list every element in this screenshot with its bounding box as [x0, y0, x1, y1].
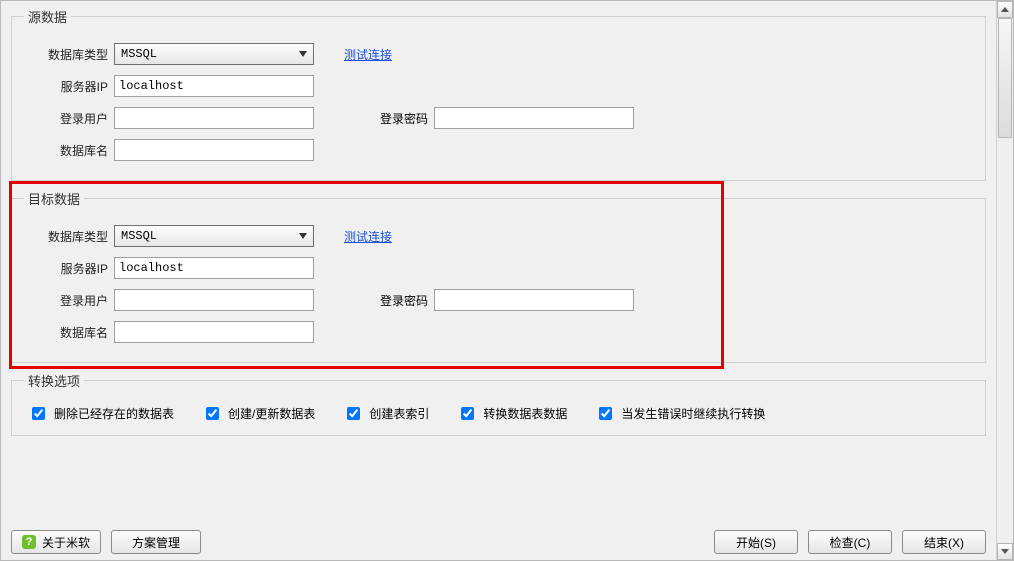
target-dbname-input[interactable]	[114, 321, 314, 343]
opt-create-update-label: 创建/更新数据表	[228, 405, 315, 422]
source-server-input[interactable]	[114, 75, 314, 97]
source-user-row: 登录用户 登录密码	[24, 106, 973, 130]
target-dbtype-row: 数据库类型 MSSQL 测试连接	[24, 224, 973, 248]
opt-create-index-checkbox[interactable]	[347, 407, 360, 420]
source-dbtype-label: 数据库类型	[24, 46, 114, 63]
source-dbtype-combo[interactable]: MSSQL	[114, 43, 314, 65]
source-dbname-row: 数据库名	[24, 138, 973, 162]
opt-transfer-data[interactable]: 转换数据表数据	[457, 404, 567, 423]
target-legend: 目标数据	[24, 189, 84, 208]
scroll-track[interactable]	[997, 18, 1013, 543]
chevron-down-icon	[299, 51, 307, 57]
opt-continue-on-error[interactable]: 当发生错误时继续执行转换	[595, 404, 765, 423]
options-row: 删除已经存在的数据表 创建/更新数据表 创建表索引 转换数据表数据	[28, 404, 973, 423]
opt-drop-existing-label: 删除已经存在的数据表	[54, 405, 174, 422]
target-server-input[interactable]	[114, 257, 314, 279]
scheme-button[interactable]: 方案管理	[111, 530, 201, 554]
scheme-label: 方案管理	[132, 534, 180, 551]
target-user-input[interactable]	[114, 289, 314, 311]
check-button[interactable]: 检查(C)	[808, 530, 892, 554]
source-pwd-input[interactable]	[434, 107, 634, 129]
target-server-row: 服务器IP	[24, 256, 973, 280]
scroll-thumb[interactable]	[998, 18, 1012, 138]
opt-transfer-data-checkbox[interactable]	[461, 407, 474, 420]
content-area: 源数据 数据库类型 MSSQL 测试连接 服务器IP 登录用户 登录密码	[1, 1, 996, 560]
target-test-connection-link[interactable]: 测试连接	[344, 228, 392, 245]
start-label: 开始(S)	[736, 534, 776, 551]
about-label: 关于米软	[42, 534, 90, 551]
footer-right: 开始(S) 检查(C) 结束(X)	[714, 530, 986, 554]
opt-create-update-checkbox[interactable]	[206, 407, 219, 420]
opt-create-index[interactable]: 创建表索引	[343, 404, 429, 423]
target-dbtype-combo[interactable]: MSSQL	[114, 225, 314, 247]
app-window: 源数据 数据库类型 MSSQL 测试连接 服务器IP 登录用户 登录密码	[0, 0, 1014, 561]
start-button[interactable]: 开始(S)	[714, 530, 798, 554]
target-data-group: 目标数据 数据库类型 MSSQL 测试连接 服务器IP 登	[11, 189, 986, 363]
source-data-group: 源数据 数据库类型 MSSQL 测试连接 服务器IP 登录用户 登录密码	[11, 7, 986, 181]
source-legend: 源数据	[24, 7, 71, 26]
source-test-connection-link[interactable]: 测试连接	[344, 46, 392, 63]
opt-drop-existing-checkbox[interactable]	[32, 407, 45, 420]
footer-left: ? 关于米软 方案管理	[11, 530, 201, 554]
footer: ? 关于米软 方案管理 开始(S) 检查(C) 结束(X)	[7, 525, 990, 554]
target-pwd-input[interactable]	[434, 289, 634, 311]
arrow-up-icon	[1001, 7, 1009, 12]
chevron-down-icon	[299, 233, 307, 239]
source-dbname-input[interactable]	[114, 139, 314, 161]
source-server-row: 服务器IP	[24, 74, 973, 98]
options-group: 转换选项 删除已经存在的数据表 创建/更新数据表 创建表索引	[11, 371, 986, 436]
target-dbname-row: 数据库名	[24, 320, 973, 344]
source-pwd-label: 登录密码	[374, 110, 434, 127]
source-dbtype-value: MSSQL	[121, 47, 157, 61]
source-user-input[interactable]	[114, 107, 314, 129]
options-legend: 转换选项	[24, 371, 84, 390]
source-dbtype-row: 数据库类型 MSSQL 测试连接	[24, 42, 973, 66]
source-user-label: 登录用户	[24, 110, 114, 127]
target-server-label: 服务器IP	[24, 260, 114, 277]
scroll-down-button[interactable]	[997, 543, 1013, 560]
target-dbname-label: 数据库名	[24, 324, 114, 341]
opt-create-update[interactable]: 创建/更新数据表	[202, 404, 315, 423]
target-user-label: 登录用户	[24, 292, 114, 309]
vertical-scrollbar[interactable]	[996, 1, 1013, 560]
end-label: 结束(X)	[924, 534, 964, 551]
end-button[interactable]: 结束(X)	[902, 530, 986, 554]
arrow-down-icon	[1001, 549, 1009, 554]
source-dbname-label: 数据库名	[24, 142, 114, 159]
scroll-up-button[interactable]	[997, 1, 1013, 18]
target-user-row: 登录用户 登录密码	[24, 288, 973, 312]
opt-drop-existing[interactable]: 删除已经存在的数据表	[28, 404, 174, 423]
opt-continue-on-error-checkbox[interactable]	[599, 407, 612, 420]
opt-transfer-data-label: 转换数据表数据	[483, 405, 567, 422]
help-icon: ?	[22, 535, 36, 549]
target-pwd-label: 登录密码	[374, 292, 434, 309]
about-button[interactable]: ? 关于米软	[11, 530, 101, 554]
opt-continue-on-error-label: 当发生错误时继续执行转换	[621, 405, 765, 422]
main-scroll-body: 源数据 数据库类型 MSSQL 测试连接 服务器IP 登录用户 登录密码	[7, 1, 990, 521]
source-server-label: 服务器IP	[24, 78, 114, 95]
check-label: 检查(C)	[830, 534, 871, 551]
target-dbtype-value: MSSQL	[121, 229, 157, 243]
opt-create-index-label: 创建表索引	[369, 405, 429, 422]
target-dbtype-label: 数据库类型	[24, 228, 114, 245]
